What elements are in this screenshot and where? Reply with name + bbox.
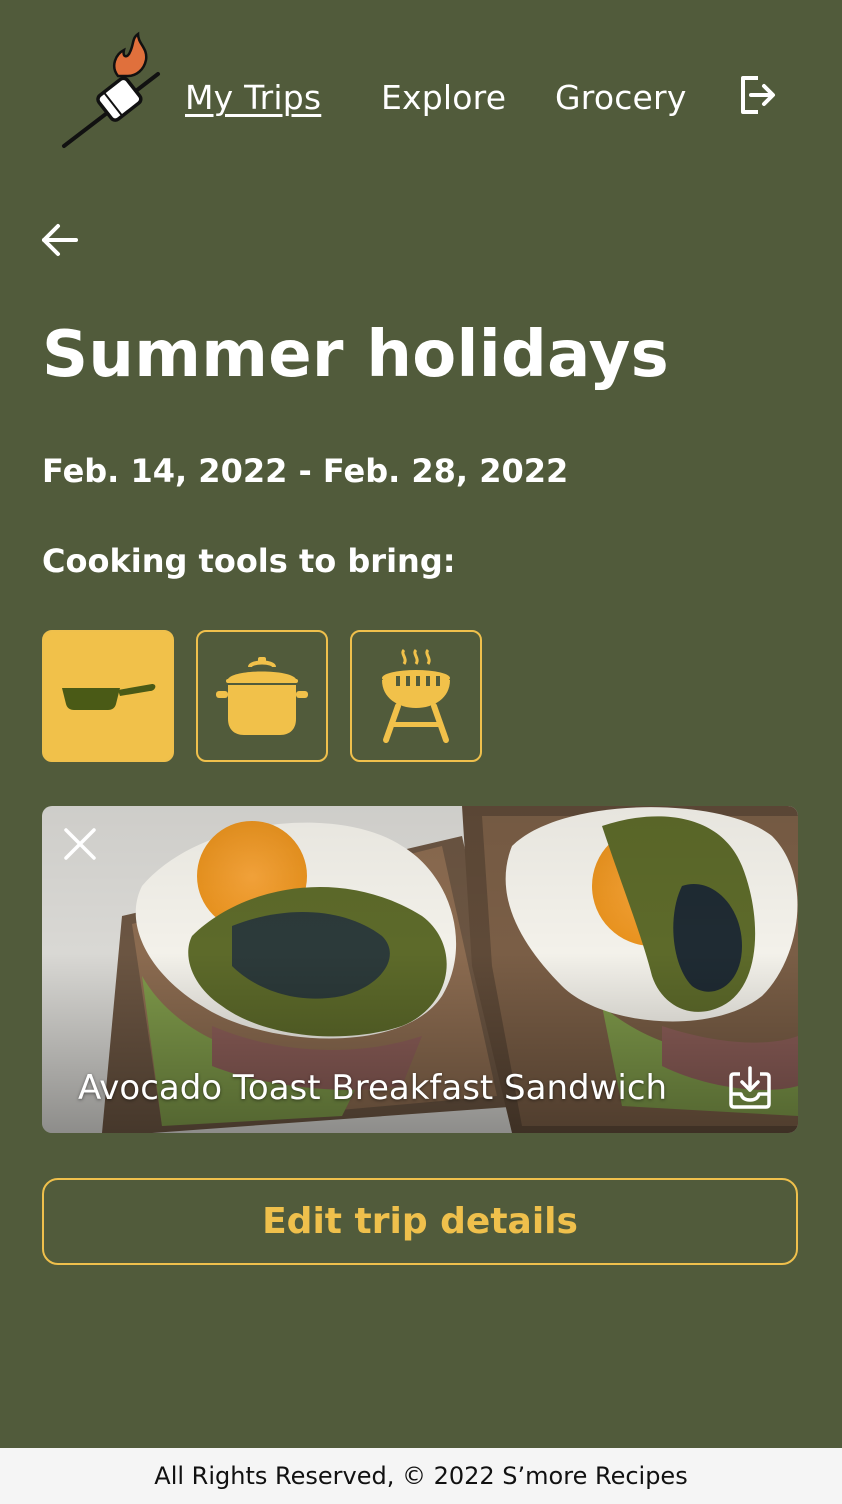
logout-icon[interactable] xyxy=(738,74,778,116)
recipe-title[interactable]: Avocado Toast Breakfast Sandwich xyxy=(78,1068,667,1108)
tool-grill-toggle[interactable] xyxy=(350,630,482,762)
cooking-tools-list xyxy=(42,630,502,762)
cooking-pot-icon xyxy=(216,657,308,735)
recipe-card[interactable]: Avocado Toast Breakfast Sandwich xyxy=(42,806,798,1133)
grill-icon xyxy=(382,648,450,743)
nav-my-trips-link[interactable]: My Trips xyxy=(185,78,321,117)
frying-pan-icon xyxy=(62,684,156,710)
cooking-tools-label: Cooking tools to bring: xyxy=(42,542,456,580)
footer: All Rights Reserved, © 2022 S’more Recip… xyxy=(0,1448,842,1504)
top-navigation: My Trips Explore Grocery xyxy=(0,0,842,180)
trip-detail-page: My Trips Explore Grocery Summer holidays… xyxy=(0,0,842,1504)
marshmallow-on-stick-icon[interactable] xyxy=(58,30,168,152)
arrow-left-icon[interactable] xyxy=(38,218,82,262)
close-icon[interactable] xyxy=(60,824,100,864)
nav-explore-link[interactable]: Explore xyxy=(381,78,506,117)
nav-grocery-link[interactable]: Grocery xyxy=(555,78,687,117)
tool-pan-toggle[interactable] xyxy=(42,630,174,762)
page-title: Summer holidays xyxy=(42,318,670,392)
footer-copyright: All Rights Reserved, © 2022 S’more Recip… xyxy=(154,1462,688,1490)
trip-dates: Feb. 14, 2022 - Feb. 28, 2022 xyxy=(42,452,569,490)
tool-pot-toggle[interactable] xyxy=(196,630,328,762)
save-to-tray-icon[interactable] xyxy=(726,1064,774,1112)
edit-trip-details-button[interactable]: Edit trip details xyxy=(42,1178,798,1265)
